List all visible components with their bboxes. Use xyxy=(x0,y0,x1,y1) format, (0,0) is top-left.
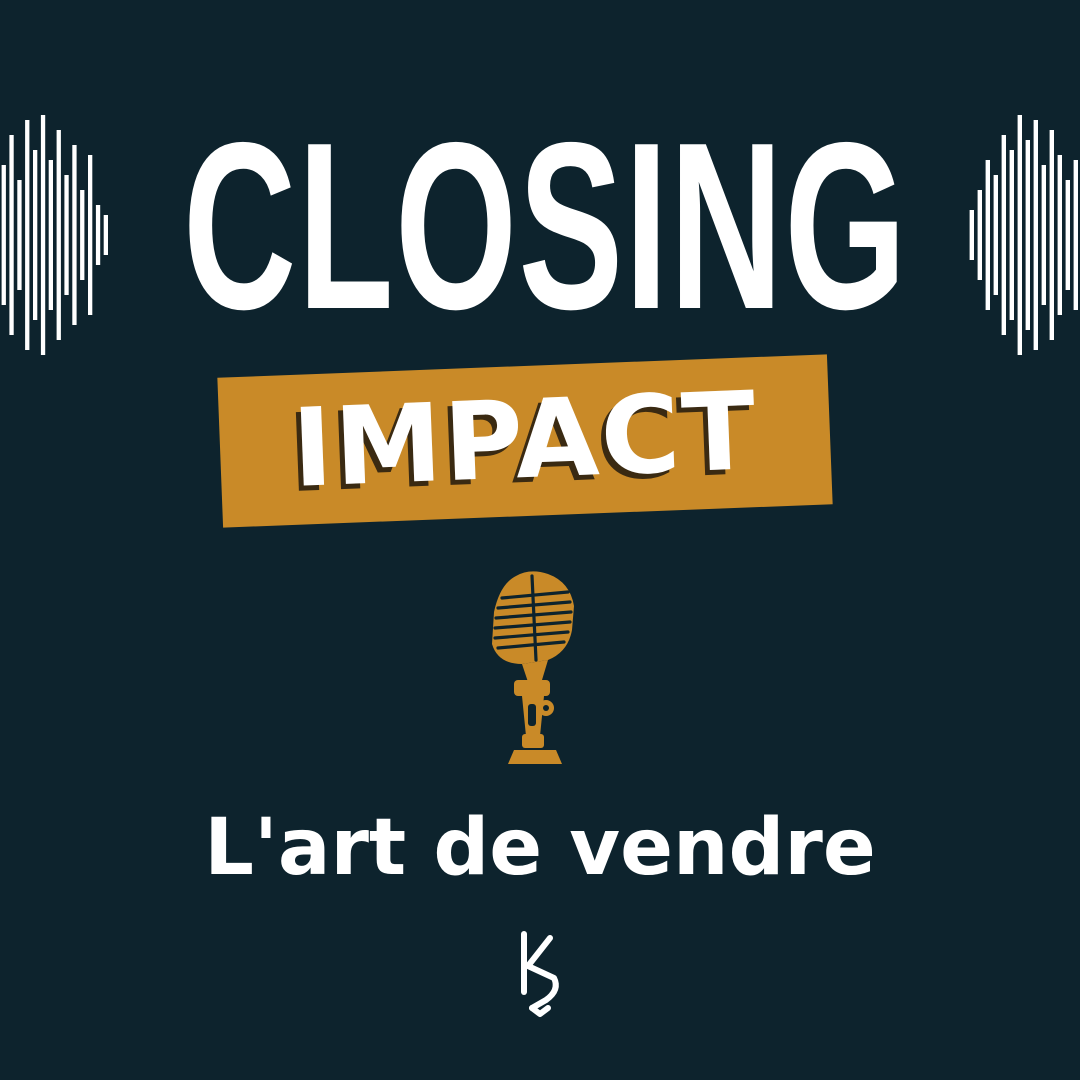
sound-wave-bar xyxy=(1025,140,1030,330)
sound-wave-bar xyxy=(88,155,93,315)
sound-wave-bar xyxy=(1041,165,1046,305)
sound-wave-bar xyxy=(1049,130,1054,340)
sound-wave-bar xyxy=(64,175,69,295)
podcast-cover: CLOSING IMPACT L'art de vendre xyxy=(0,0,1080,1080)
sound-wave-bar xyxy=(9,135,14,335)
sound-wave-bar xyxy=(993,175,998,295)
sound-wave-bar xyxy=(977,190,982,280)
sound-wave-bar xyxy=(1057,155,1062,315)
sound-wave-bar xyxy=(1033,120,1038,350)
subtitle-banner: IMPACT xyxy=(217,354,833,528)
tagline: L'art de vendre xyxy=(204,803,876,893)
podcast-title: CLOSING xyxy=(182,94,908,359)
sound-wave-bar xyxy=(40,115,46,355)
sound-wave-bar xyxy=(72,145,77,325)
sound-wave-bar xyxy=(969,210,974,260)
sound-wave-bar xyxy=(1017,115,1022,355)
ks-monogram-logo xyxy=(521,931,559,1017)
sound-wave-bar xyxy=(17,180,22,290)
sound-wave-right-icon xyxy=(969,115,1078,355)
sound-wave-bar xyxy=(95,205,101,265)
subtitle-banner-text: IMPACT xyxy=(290,369,760,512)
sound-wave-left-icon xyxy=(1,115,108,355)
sound-wave-bar xyxy=(25,120,30,350)
sound-wave-bar xyxy=(985,160,990,310)
sound-wave-bar xyxy=(1001,135,1006,335)
sound-wave-bar xyxy=(1,165,6,305)
sound-wave-bar xyxy=(33,150,38,320)
sound-wave-bar xyxy=(1065,180,1070,290)
sound-wave-bar xyxy=(1073,160,1078,310)
sound-wave-bar xyxy=(1009,150,1014,320)
microphone-icon xyxy=(492,571,574,764)
sound-wave-bar xyxy=(48,160,53,310)
sound-wave-bar xyxy=(103,215,108,255)
sound-wave-bar xyxy=(80,190,85,280)
sound-wave-bar xyxy=(56,130,61,340)
